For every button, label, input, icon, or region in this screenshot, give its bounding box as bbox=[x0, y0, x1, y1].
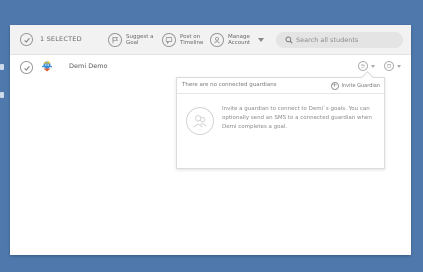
actions-chevron-down-icon[interactable] bbox=[397, 65, 401, 68]
guardians-popup: There are no connected guardians + Invit… bbox=[176, 71, 385, 169]
chevron-down-icon[interactable] bbox=[258, 38, 264, 42]
check-icon bbox=[23, 37, 30, 43]
selection-toolbar: 1 SELECTED Suggest a Goal Post on Timeli… bbox=[10, 25, 411, 55]
invite-guardian-button[interactable]: + Invite Guardian bbox=[330, 80, 381, 91]
plus-icon: + bbox=[330, 81, 339, 90]
suggest-goal-label: Suggest a Goal bbox=[126, 33, 154, 47]
no-guardians-message: There are no connected guardians bbox=[182, 82, 277, 88]
popup-header: There are no connected guardians + Invit… bbox=[177, 78, 384, 94]
suggest-goal-button[interactable]: Suggest a Goal bbox=[108, 30, 164, 50]
selected-count-label: 1 SELECTED bbox=[40, 35, 82, 43]
student-search[interactable] bbox=[276, 32, 403, 48]
students-panel: 1 SELECTED Suggest a Goal Post on Timeli… bbox=[10, 25, 411, 255]
search-icon bbox=[285, 36, 293, 44]
person-icon bbox=[210, 33, 224, 47]
flag-icon bbox=[108, 33, 122, 47]
student-avatar bbox=[42, 60, 52, 72]
background-fragment bbox=[0, 58, 6, 108]
student-row-checkbox[interactable] bbox=[20, 61, 33, 74]
guardians-icon[interactable] bbox=[358, 61, 368, 71]
guardians-chevron-down-icon[interactable] bbox=[371, 65, 375, 68]
check-icon bbox=[23, 65, 30, 71]
student-name[interactable]: Demi Demo bbox=[69, 62, 108, 70]
search-input[interactable] bbox=[296, 34, 396, 46]
select-all-checkbox[interactable] bbox=[20, 33, 33, 46]
student-row[interactable]: Demi Demo bbox=[10, 55, 411, 77]
guardians-placeholder-icon bbox=[186, 107, 214, 135]
chat-bubble-icon bbox=[162, 33, 176, 47]
invite-guardian-description: Invite a guardian to connect to Demi`s g… bbox=[222, 106, 372, 130]
trash-icon[interactable] bbox=[384, 61, 394, 71]
invite-guardian-label: Invite Guardian bbox=[341, 82, 381, 89]
